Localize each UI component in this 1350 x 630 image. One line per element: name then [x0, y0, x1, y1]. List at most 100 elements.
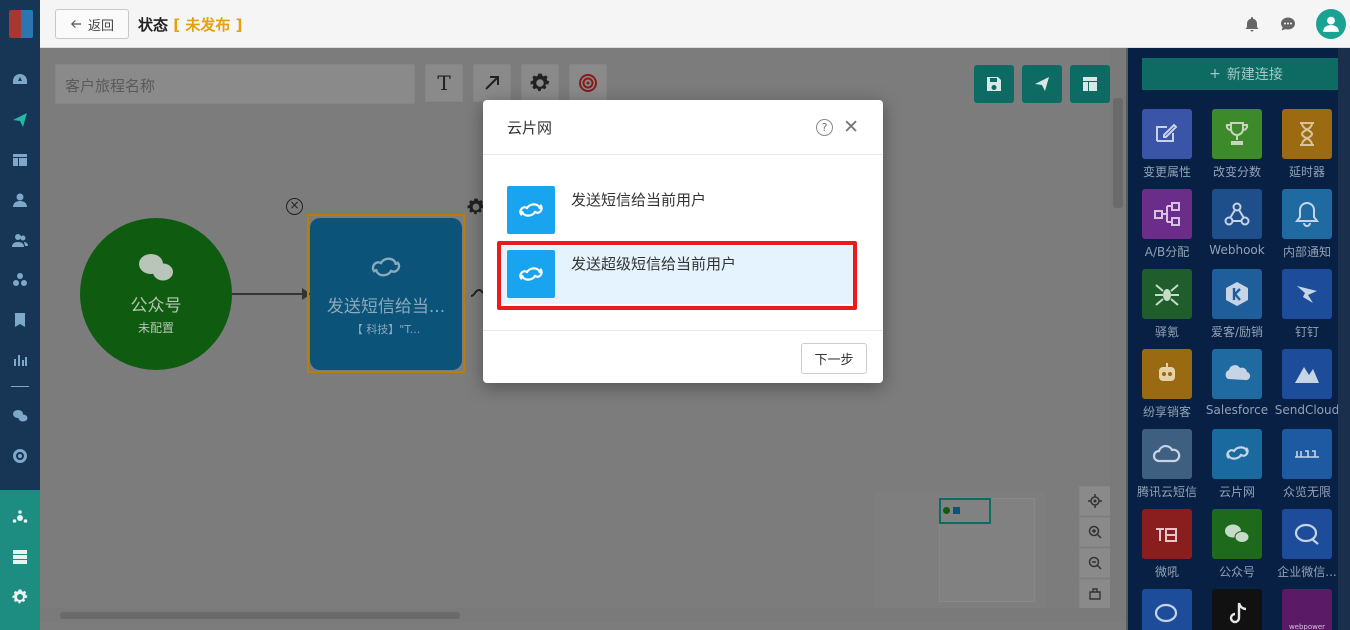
- layout-button[interactable]: [1070, 65, 1110, 103]
- spider-icon: [1142, 269, 1192, 319]
- vertical-scrollbar[interactable]: [1110, 48, 1126, 608]
- plugin-label: 众览无限: [1282, 485, 1331, 499]
- plugin-webhook[interactable]: Webhook: [1202, 189, 1272, 257]
- nav-divider: [11, 386, 29, 387]
- chat-icon: [1142, 589, 1192, 630]
- plugin-edit[interactable]: 变更属性: [1132, 109, 1202, 180]
- journey-name-input[interactable]: 客户旅程名称: [55, 64, 415, 104]
- plugin-label: Webhook: [1209, 243, 1265, 257]
- option-label: 发送短信给当前用户: [571, 191, 707, 209]
- status-badge: 未发布: [185, 16, 231, 34]
- close-node-icon[interactable]: ×: [286, 198, 303, 215]
- ab-split-icon: [1142, 189, 1192, 239]
- webhook-icon: [1212, 189, 1262, 239]
- layout-icon: [1083, 77, 1097, 91]
- close-icon[interactable]: ✕: [843, 117, 859, 137]
- bell-icon[interactable]: [1244, 16, 1260, 32]
- new-connection-label: 新建连接: [1226, 67, 1283, 83]
- plus-icon: +: [1209, 66, 1221, 82]
- group-icon[interactable]: [0, 268, 40, 292]
- app-logo: [9, 10, 33, 38]
- dialog-header: 云片网 ? ✕: [483, 100, 883, 155]
- zoom-in-button[interactable]: [1079, 517, 1111, 547]
- plugin-label: 企业微信...: [1277, 565, 1337, 579]
- dialog-footer: 下一步: [483, 330, 883, 383]
- next-button[interactable]: 下一步: [801, 343, 867, 374]
- plugin-fxiaoke[interactable]: 纷享销客: [1132, 349, 1202, 420]
- plugin-yunpian[interactable]: 云片网: [1202, 429, 1272, 500]
- fxiaoke-icon: [1142, 349, 1192, 399]
- horizontal-scrollbar[interactable]: [40, 608, 1126, 622]
- new-connection-button[interactable]: + 新建连接: [1142, 58, 1350, 90]
- sendcloud-icon: [1282, 349, 1332, 399]
- plugin-salesforce[interactable]: Salesforce: [1202, 349, 1272, 417]
- user-icon[interactable]: [0, 188, 40, 212]
- server-icon[interactable]: [0, 545, 40, 569]
- target-nav-icon[interactable]: [0, 444, 40, 468]
- target-tool-button[interactable]: [569, 64, 607, 102]
- status-bracket-close: ]: [235, 16, 243, 34]
- plugin-spider[interactable]: 驿氪: [1132, 269, 1202, 340]
- plugin-aike[interactable]: 爱客/励销: [1202, 269, 1272, 340]
- back-label: 返回: [87, 18, 114, 34]
- highlight-box: [497, 241, 857, 310]
- back-button[interactable]: 返回: [55, 9, 129, 39]
- text-tool-button[interactable]: T: [425, 64, 463, 102]
- node-subtitle: 未配置: [137, 320, 174, 335]
- node-title: 发送短信给当...: [326, 296, 446, 317]
- dashboard-icon[interactable]: [0, 68, 40, 92]
- layout-icon[interactable]: [0, 148, 40, 172]
- locate-button[interactable]: [1079, 486, 1111, 516]
- plugin-bell[interactable]: 内部通知: [1272, 189, 1342, 260]
- plugin-tencent-cloud[interactable]: 腾讯云短信: [1132, 429, 1202, 500]
- plugin-hourglass[interactable]: 延时器: [1272, 109, 1342, 180]
- connector-line: [232, 293, 306, 295]
- wechat-icon: [1212, 509, 1262, 559]
- plugin-label: 纷享销客: [1142, 405, 1191, 419]
- settings-icon[interactable]: [0, 585, 40, 609]
- plugin-dingtalk[interactable]: 钉钉: [1272, 269, 1342, 340]
- publish-button[interactable]: [1022, 65, 1062, 103]
- yunpian-cloud-icon: [371, 257, 401, 276]
- plugin-wecom[interactable]: 企业微信...: [1272, 509, 1342, 580]
- bar-chart-icon[interactable]: [0, 348, 40, 372]
- wechat-nav-icon[interactable]: [0, 404, 40, 428]
- zoom-out-button[interactable]: [1079, 548, 1111, 578]
- plugin-tiktok[interactable]: [1202, 589, 1272, 630]
- tiktok-icon: [1212, 589, 1262, 630]
- option-send-sms[interactable]: 发送短信给当前用户: [498, 186, 858, 244]
- webpower-icon: webpower: [1282, 589, 1332, 630]
- yunpian-icon: [507, 186, 555, 234]
- plugin-wechat[interactable]: 公众号: [1202, 509, 1272, 580]
- webpower-brand-icon: [1282, 429, 1332, 479]
- crosshair-icon: [1088, 494, 1102, 508]
- plugin-label: A/B分配: [1144, 245, 1190, 259]
- bookmark-icon[interactable]: [0, 308, 40, 332]
- users-icon[interactable]: [0, 228, 40, 252]
- plugin-label: SendCloud: [1274, 403, 1340, 417]
- send-icon[interactable]: [0, 108, 40, 132]
- hourglass-icon: [1282, 109, 1332, 159]
- plugin-panel: + 新建连接 变更属性 改变分数 延时器 A/B分配 Webhook 内部通知驿氪 爱客/励…: [1128, 48, 1350, 630]
- plugin-trophy[interactable]: 改变分数: [1202, 109, 1272, 180]
- plugin-label: 驿氪: [1154, 325, 1179, 339]
- avatar[interactable]: [1316, 9, 1346, 39]
- save-button[interactable]: [974, 65, 1014, 103]
- fit-view-button[interactable]: [1079, 579, 1111, 609]
- plugin-sendcloud[interactable]: SendCloud: [1272, 349, 1342, 417]
- wechat-icon: [139, 253, 173, 280]
- message-icon[interactable]: [1280, 16, 1296, 32]
- wechat-trigger-node[interactable]: 公众号 未配置: [80, 218, 232, 370]
- plugin-webpower-brand[interactable]: 众览无限: [1272, 429, 1342, 500]
- arrow-tool-button[interactable]: [473, 64, 511, 102]
- help-icon[interactable]: ?: [816, 118, 834, 136]
- plugin-vhall[interactable]: 微吼: [1132, 509, 1202, 580]
- plugin-chat[interactable]: [1132, 589, 1202, 630]
- plugin-ab-split[interactable]: A/B分配: [1132, 189, 1202, 260]
- plugin-panel-scrollbar[interactable]: [1338, 48, 1350, 630]
- sms-action-node[interactable]: 发送短信给当... 【 科技】"T...: [310, 218, 462, 370]
- settings-tool-button[interactable]: [521, 64, 559, 102]
- plugin-webpower[interactable]: webpower: [1272, 589, 1342, 630]
- integration-icon[interactable]: [0, 506, 40, 530]
- fit-view-icon: [1089, 588, 1101, 600]
